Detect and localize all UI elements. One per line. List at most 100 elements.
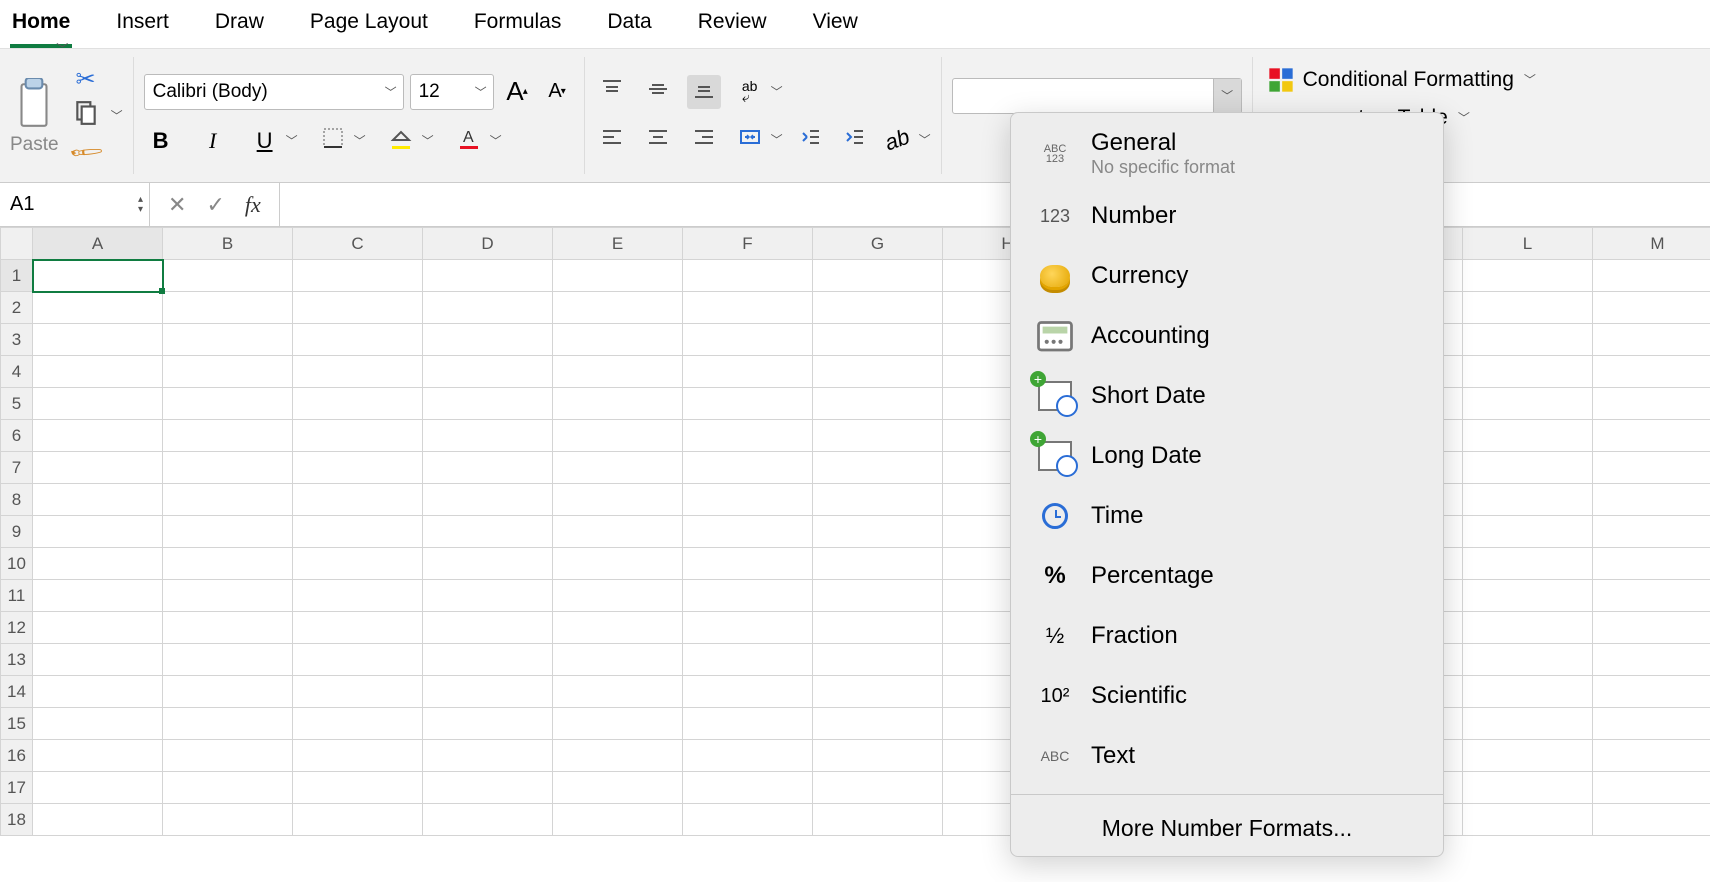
cell[interactable]: [1593, 580, 1710, 612]
cell[interactable]: [163, 772, 293, 804]
cell[interactable]: [1463, 260, 1593, 292]
col-header-F[interactable]: F: [683, 228, 813, 260]
cell[interactable]: [813, 452, 943, 484]
cell[interactable]: [163, 580, 293, 612]
merge-center-button[interactable]: [733, 123, 767, 157]
cancel-formula-button[interactable]: ✕: [168, 192, 186, 218]
cell[interactable]: [293, 452, 423, 484]
cell[interactable]: [813, 644, 943, 676]
cell[interactable]: [1593, 676, 1710, 708]
menu-item-more-formats[interactable]: More Number Formats...: [1011, 803, 1443, 848]
cell[interactable]: [423, 580, 553, 612]
row-header-15[interactable]: 15: [1, 708, 33, 740]
cell[interactable]: [423, 612, 553, 644]
cell[interactable]: [423, 740, 553, 772]
menu-item-general[interactable]: ABC123 General No specific format: [1011, 121, 1443, 186]
cell[interactable]: [423, 292, 553, 324]
align-top-button[interactable]: [595, 75, 629, 109]
row-header-7[interactable]: 7: [1, 452, 33, 484]
cell[interactable]: [813, 580, 943, 612]
menu-item-accounting[interactable]: Accounting: [1011, 306, 1443, 366]
cell[interactable]: [683, 676, 813, 708]
copy-dropdown[interactable]: ﹀: [111, 107, 123, 124]
row-header-13[interactable]: 13: [1, 644, 33, 676]
cell[interactable]: [553, 260, 683, 292]
cell[interactable]: [163, 388, 293, 420]
cell[interactable]: [683, 772, 813, 804]
cell[interactable]: [813, 676, 943, 708]
cell[interactable]: [33, 324, 163, 356]
cell[interactable]: [163, 644, 293, 676]
cell[interactable]: [553, 292, 683, 324]
menu-item-long-date[interactable]: Long Date: [1011, 426, 1443, 486]
formula-input[interactable]: [279, 183, 1710, 226]
col-header-L[interactable]: L: [1463, 228, 1593, 260]
row-header-10[interactable]: 10: [1, 548, 33, 580]
cell[interactable]: [1593, 452, 1710, 484]
cell[interactable]: [1463, 740, 1593, 772]
cell[interactable]: [163, 484, 293, 516]
menu-item-text[interactable]: ABC Text: [1011, 726, 1443, 786]
cell[interactable]: [1463, 516, 1593, 548]
cell[interactable]: [553, 420, 683, 452]
underline-dropdown[interactable]: ﹀: [286, 132, 298, 149]
cell[interactable]: [1463, 612, 1593, 644]
cell[interactable]: [1593, 612, 1710, 644]
cell[interactable]: [813, 260, 943, 292]
increase-indent-button[interactable]: [837, 123, 871, 157]
cell[interactable]: [553, 484, 683, 516]
cell[interactable]: [1463, 580, 1593, 612]
cell[interactable]: [1593, 804, 1710, 836]
col-header-G[interactable]: G: [813, 228, 943, 260]
cell[interactable]: [163, 740, 293, 772]
cell[interactable]: [1593, 420, 1710, 452]
cell[interactable]: [423, 548, 553, 580]
cell[interactable]: [33, 388, 163, 420]
row-header-2[interactable]: 2: [1, 292, 33, 324]
cell[interactable]: [1463, 452, 1593, 484]
cell[interactable]: [683, 324, 813, 356]
font-color-dropdown[interactable]: ﹀: [490, 132, 502, 149]
cell[interactable]: [293, 644, 423, 676]
cell[interactable]: [163, 612, 293, 644]
cell[interactable]: [683, 612, 813, 644]
cell[interactable]: [33, 772, 163, 804]
cell[interactable]: [293, 676, 423, 708]
cell[interactable]: [33, 804, 163, 836]
cell[interactable]: [423, 708, 553, 740]
cell[interactable]: [423, 676, 553, 708]
cell[interactable]: [813, 708, 943, 740]
menu-item-scientific[interactable]: 10² Scientific: [1011, 666, 1443, 726]
align-middle-button[interactable]: [641, 75, 675, 109]
cell[interactable]: [33, 420, 163, 452]
cell[interactable]: [163, 676, 293, 708]
cell[interactable]: [423, 324, 553, 356]
row-header-5[interactable]: 5: [1, 388, 33, 420]
cell[interactable]: [1593, 548, 1710, 580]
align-bottom-button[interactable]: [687, 75, 721, 109]
cell[interactable]: [813, 548, 943, 580]
cell[interactable]: [33, 356, 163, 388]
cell[interactable]: [553, 740, 683, 772]
cell[interactable]: [1463, 644, 1593, 676]
fx-icon[interactable]: fx: [245, 192, 261, 218]
cell[interactable]: [683, 516, 813, 548]
cell[interactable]: [1593, 708, 1710, 740]
align-left-button[interactable]: [595, 123, 629, 157]
row-header-6[interactable]: 6: [1, 420, 33, 452]
cell[interactable]: [423, 356, 553, 388]
cell[interactable]: [683, 388, 813, 420]
cell[interactable]: [293, 804, 423, 836]
cell[interactable]: [553, 324, 683, 356]
cell[interactable]: [683, 708, 813, 740]
decrease-indent-button[interactable]: [793, 123, 827, 157]
cut-button[interactable]: ✂: [69, 65, 103, 95]
col-header-D[interactable]: D: [423, 228, 553, 260]
cell[interactable]: [813, 740, 943, 772]
cell[interactable]: [163, 516, 293, 548]
row-header-17[interactable]: 17: [1, 772, 33, 804]
cell[interactable]: [293, 420, 423, 452]
col-header-E[interactable]: E: [553, 228, 683, 260]
cell[interactable]: [1593, 484, 1710, 516]
cell[interactable]: [423, 644, 553, 676]
